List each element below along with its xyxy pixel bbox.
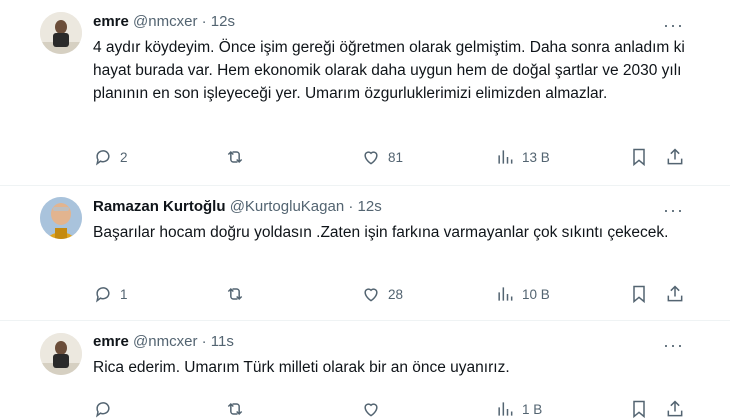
more-options-icon[interactable]: ··· — [663, 336, 684, 354]
avatar-photo-icon — [40, 197, 82, 239]
avatar[interactable] — [40, 333, 82, 375]
like-button[interactable] — [361, 398, 388, 420]
tweet-actions: 2 81 13 B — [93, 146, 693, 168]
reply-icon — [95, 150, 110, 166]
user-handle[interactable]: @nmcxer — [133, 333, 197, 350]
like-button[interactable]: 81 — [361, 146, 403, 168]
display-name[interactable]: Ramazan Kurtoğlu — [93, 198, 226, 215]
avatar-photo-icon — [40, 333, 82, 375]
bookmark-icon — [633, 285, 645, 304]
share-icon — [667, 285, 683, 302]
like-count: 28 — [388, 286, 404, 302]
retweet-icon — [227, 402, 243, 416]
tweet-header: Ramazan Kurtoğlu @KurtogluKagan · 12s — [93, 198, 382, 215]
reply-button[interactable]: 2 — [93, 146, 128, 168]
tweet-1[interactable]: emre @nmcxer · 12s ··· 4 aydır köydeyim.… — [0, 0, 730, 185]
tweet-2[interactable]: Ramazan Kurtoğlu @KurtogluKagan · 12s ··… — [0, 186, 730, 320]
reply-icon — [95, 402, 110, 418]
heart-icon — [364, 403, 378, 417]
retweet-button[interactable] — [225, 398, 252, 420]
tweet-text: Rica ederim. Umarım Türk milleti olarak … — [93, 359, 510, 376]
views-chart-icon — [498, 150, 513, 164]
avatar[interactable] — [40, 197, 82, 239]
tweet-text: Başarılar hocam doğru yoldasın .Zaten iş… — [93, 224, 669, 241]
tweet-actions: 1 28 10 B — [93, 283, 693, 305]
user-handle[interactable]: @nmcxer — [133, 13, 197, 30]
like-button[interactable]: 28 — [361, 283, 403, 305]
retweet-button[interactable] — [225, 283, 252, 305]
bookmark-button[interactable] — [629, 146, 649, 168]
tweet-actions: 1 B — [93, 398, 693, 420]
user-handle[interactable]: @KurtogluKagan — [230, 198, 344, 215]
bookmark-icon — [633, 400, 645, 419]
tweet-text: 4 aydır köydeyim. Önce işim gereği öğret… — [93, 39, 685, 102]
reply-count: 2 — [120, 149, 128, 165]
share-icon — [667, 400, 683, 417]
more-options-icon[interactable]: ··· — [663, 16, 684, 34]
bookmark-button[interactable] — [629, 283, 649, 305]
views-button[interactable]: 10 B — [495, 283, 550, 305]
bookmark-icon — [633, 148, 645, 167]
retweet-icon — [227, 287, 243, 301]
share-button[interactable] — [665, 146, 685, 168]
views-chart-icon — [498, 402, 513, 416]
like-count: 81 — [388, 149, 404, 165]
views-chart-icon — [498, 287, 513, 301]
separator-dot: · — [201, 333, 207, 350]
bookmark-button[interactable] — [629, 398, 649, 420]
heart-icon — [364, 288, 378, 302]
heart-icon — [364, 151, 378, 165]
avatar-photo-icon — [40, 12, 82, 54]
reply-button[interactable]: 1 — [93, 283, 128, 305]
retweet-button[interactable] — [225, 146, 252, 168]
timestamp[interactable]: 11s — [211, 333, 234, 350]
separator-dot: · — [348, 198, 354, 215]
share-button[interactable] — [665, 283, 685, 305]
tweet-header: emre @nmcxer · 11s — [93, 333, 234, 350]
share-icon — [667, 148, 683, 165]
reply-count: 1 — [120, 286, 128, 302]
view-count: 1 B — [522, 401, 543, 417]
reply-icon — [95, 287, 110, 303]
share-button[interactable] — [665, 398, 685, 420]
retweet-icon — [227, 150, 243, 164]
timestamp[interactable]: 12s — [358, 198, 382, 215]
views-button[interactable]: 13 B — [495, 146, 550, 168]
view-count: 10 B — [522, 286, 550, 302]
display-name[interactable]: emre — [93, 13, 129, 30]
avatar[interactable] — [40, 12, 82, 54]
display-name[interactable]: emre — [93, 333, 129, 350]
tweet-3[interactable]: emre @nmcxer · 11s ··· Rica ederim. Umar… — [0, 321, 730, 420]
views-button[interactable]: 1 B — [495, 398, 542, 420]
separator-dot: · — [201, 13, 207, 30]
timestamp[interactable]: 12s — [211, 13, 235, 30]
reply-button[interactable] — [93, 398, 120, 420]
view-count: 13 B — [522, 149, 550, 165]
tweet-header: emre @nmcxer · 12s — [93, 13, 235, 30]
more-options-icon[interactable]: ··· — [663, 201, 684, 219]
